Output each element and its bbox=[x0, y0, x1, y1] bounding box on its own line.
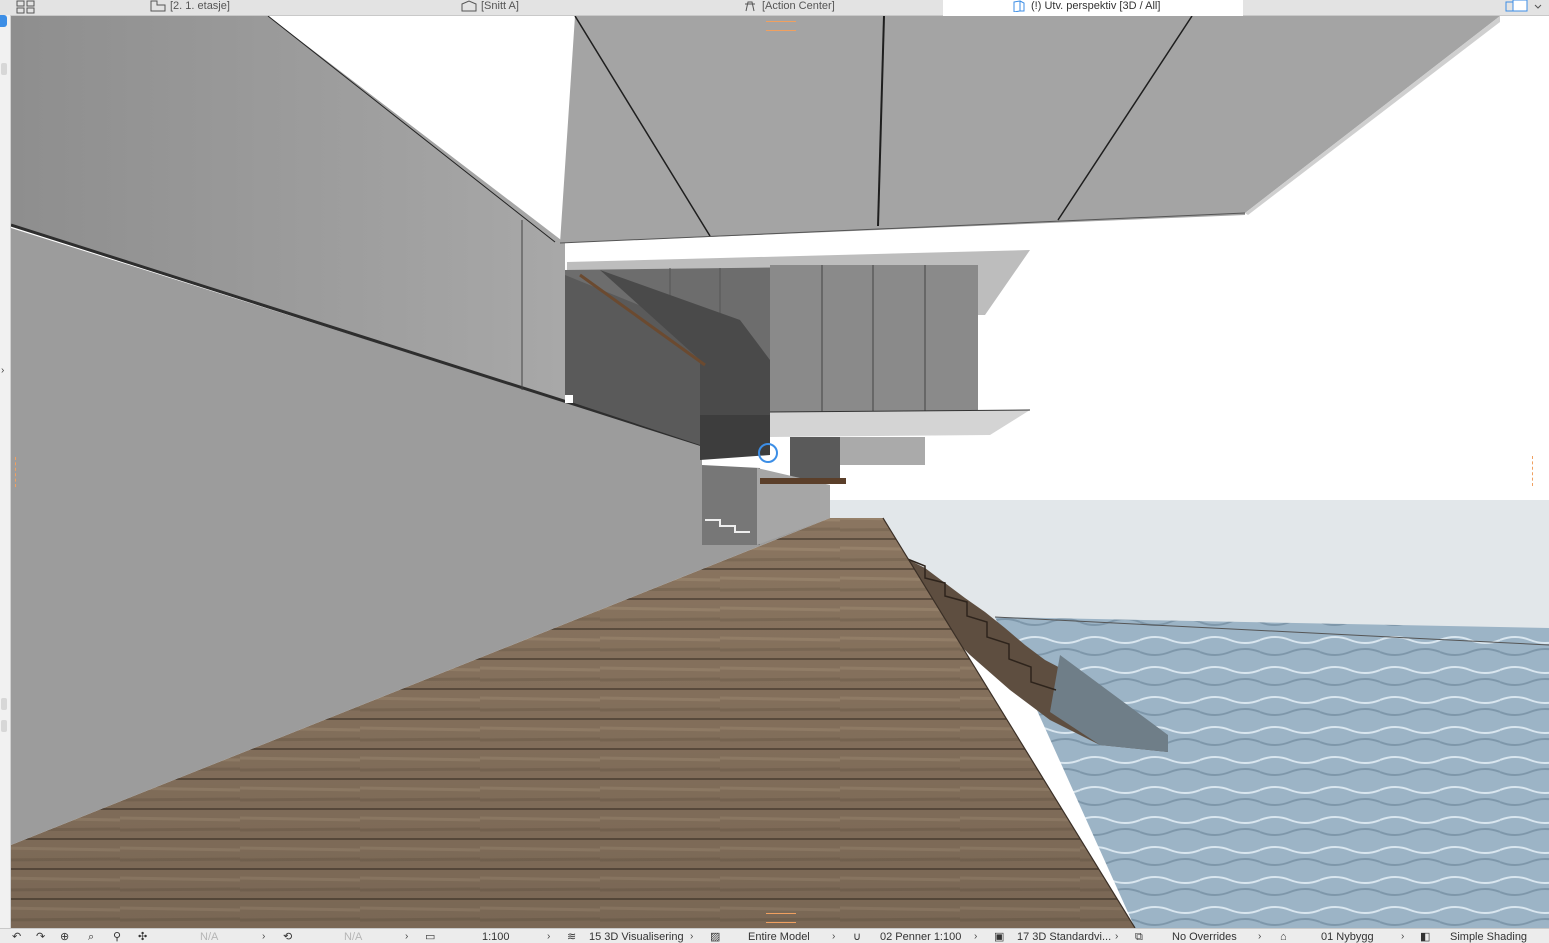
scale-value[interactable]: 1:100 bbox=[482, 931, 510, 943]
tab-overview-grid-icon[interactable] bbox=[16, 0, 36, 14]
renovation-filter[interactable]: 01 Nybygg bbox=[1321, 931, 1374, 943]
renovation-icon: ⌂ bbox=[1280, 931, 1287, 943]
strip-handle-lower[interactable] bbox=[1, 698, 7, 710]
strip-handle-top[interactable] bbox=[1, 63, 7, 75]
pen-set-chevron-icon[interactable]: › bbox=[974, 931, 977, 943]
lasso-zoom-icon[interactable]: ⌕ bbox=[88, 931, 94, 943]
graphic-overrides[interactable]: No Overrides bbox=[1172, 931, 1237, 943]
tab-3d-perspective[interactable]: (!) Utv. perspektiv [3D / All] bbox=[943, 0, 1243, 16]
window-arrange-icon[interactable] bbox=[1505, 0, 1543, 14]
tab-action-center-label: [Action Center] bbox=[762, 0, 835, 12]
viewport-pan-handle-bottom[interactable] bbox=[766, 913, 796, 923]
viewport-handle-left[interactable] bbox=[15, 457, 24, 487]
shading-mode[interactable]: Simple Shading bbox=[1450, 931, 1527, 943]
shading-icon: ◧ bbox=[1420, 931, 1431, 943]
scale-chevron-icon[interactable]: › bbox=[547, 931, 550, 943]
model-filter-icon: ▨ bbox=[710, 931, 721, 943]
layer-chevron-icon[interactable]: › bbox=[690, 931, 693, 943]
layer-combination[interactable]: 15 3D Visualisering bbox=[589, 931, 684, 943]
overrides-icon: ⧉ bbox=[1135, 931, 1143, 943]
model-view-chevron-icon[interactable]: › bbox=[1115, 931, 1118, 943]
left-collapse-strip: › bbox=[0, 15, 11, 928]
model-view-options[interactable]: 17 3D Standardvi... bbox=[1017, 931, 1111, 943]
angle-readout: N/A bbox=[344, 931, 363, 943]
tab-3d-perspective-label: (!) Utv. perspektiv [3D / All] bbox=[1031, 0, 1161, 12]
viewport-handle-right[interactable] bbox=[1532, 456, 1541, 486]
pen-set-icon: ∪ bbox=[853, 931, 862, 943]
tab-section-label: [Snitt A] bbox=[481, 0, 519, 12]
3d-viewport[interactable] bbox=[11, 16, 1549, 928]
angle-chevron-icon[interactable]: › bbox=[405, 931, 408, 943]
view-tab-bar: [2. 1. etasje] [Snitt A] [Action Center]… bbox=[0, 0, 1549, 16]
section-icon bbox=[461, 0, 477, 12]
action-center-icon bbox=[745, 1, 755, 12]
renovation-chevron-icon[interactable]: › bbox=[1401, 931, 1404, 943]
scale-icon: ▭ bbox=[425, 931, 436, 943]
tab-floor-plan[interactable]: [2. 1. etasje] bbox=[150, 0, 230, 15]
3d-scene bbox=[11, 16, 1549, 928]
model-filter[interactable]: Entire Model bbox=[748, 931, 810, 943]
orbit-icon[interactable]: ✣ bbox=[138, 931, 147, 943]
rotate-view-icon[interactable]: ⟲ bbox=[283, 931, 292, 943]
walk-icon[interactable]: ⚲ bbox=[113, 931, 121, 943]
viewport-pan-handle-top[interactable] bbox=[766, 21, 796, 31]
tab-section[interactable]: [Snitt A] bbox=[461, 0, 519, 15]
tab-floor-plan-label: [2. 1. etasje] bbox=[170, 0, 230, 12]
model-filter-chevron-icon[interactable]: › bbox=[832, 931, 835, 943]
undo-icon[interactable]: ↶ bbox=[12, 931, 21, 943]
overrides-chevron-icon[interactable]: › bbox=[1258, 931, 1261, 943]
layers-icon: ≋ bbox=[567, 931, 577, 943]
active-marker bbox=[0, 15, 7, 27]
zoom-readout: N/A bbox=[200, 931, 219, 943]
zoom-in-icon[interactable]: ⊕ bbox=[60, 931, 69, 943]
zoom-chevron-icon[interactable]: › bbox=[262, 931, 265, 943]
tab-action-center[interactable]: [Action Center] bbox=[742, 0, 835, 15]
model-view-icon: ▣ bbox=[994, 931, 1005, 943]
redo-icon[interactable]: ↷ bbox=[36, 931, 45, 943]
3d-view-icon bbox=[1013, 0, 1025, 12]
status-bar: ↶ ↷ ⊕ ⌕ ⚲ ✣ N/A › ⟲ N/A › ▭ 1:100 › ≋ 15… bbox=[0, 928, 1549, 943]
pen-set[interactable]: 02 Penner 1:100 bbox=[880, 931, 961, 943]
expand-panel-chevron-icon[interactable]: › bbox=[1, 365, 4, 376]
floor-plan-icon bbox=[150, 0, 166, 12]
strip-handle-bottom[interactable] bbox=[1, 720, 7, 732]
